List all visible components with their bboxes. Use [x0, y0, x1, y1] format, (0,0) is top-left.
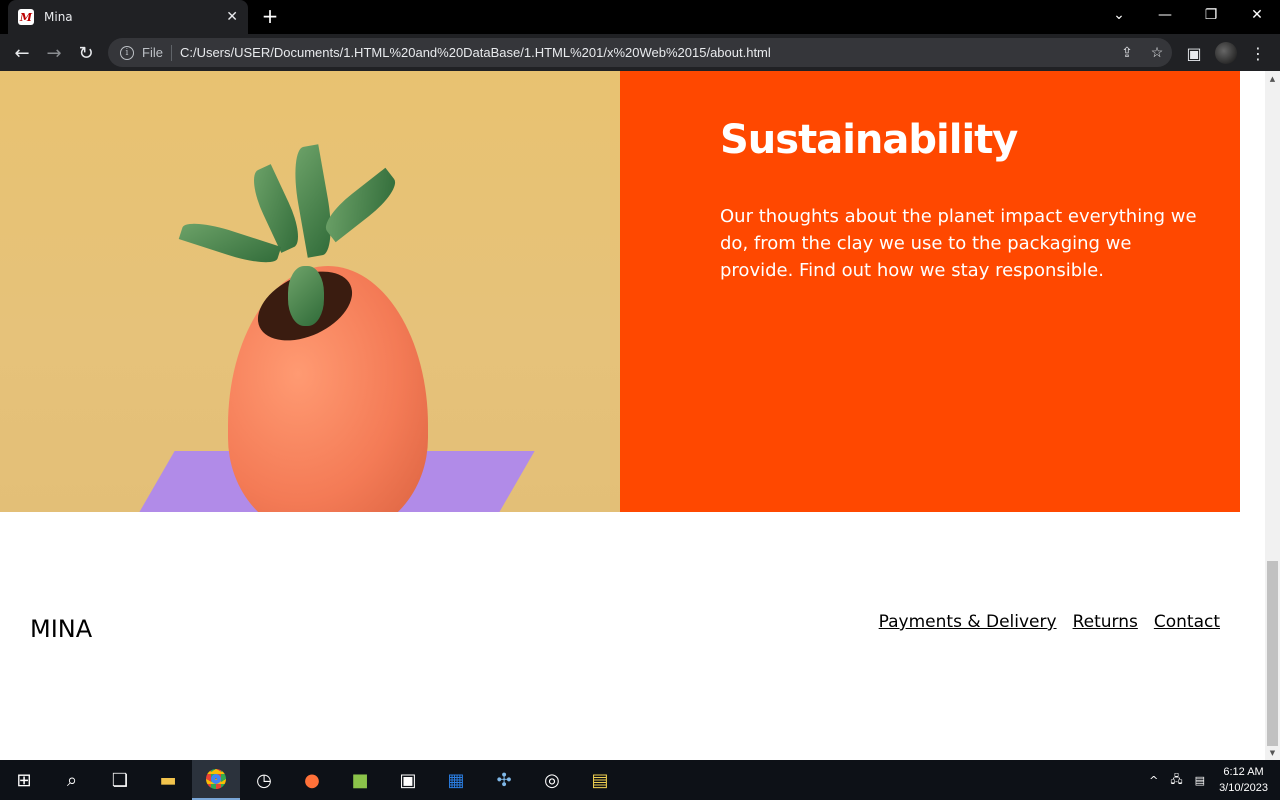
system-clock[interactable]: 6:12 AM 3/10/2023 — [1211, 764, 1280, 796]
clock-time: 6:12 AM — [1223, 766, 1264, 778]
clock-date: 3/10/2023 — [1219, 782, 1268, 794]
screen-recorder-icon[interactable]: ▣ — [384, 760, 432, 800]
tab-title: Mina — [44, 10, 73, 24]
reload-button[interactable]: ↻ — [72, 39, 100, 67]
obs-icon[interactable]: ◎ — [528, 760, 576, 800]
scroll-down-icon[interactable]: ▼ — [1265, 745, 1280, 760]
close-tab-icon[interactable]: ✕ — [226, 9, 238, 25]
network-app-icon[interactable]: ✣ — [480, 760, 528, 800]
plant-pot-photo — [0, 71, 620, 512]
system-tray: ^ 🖧 ▤ 6:12 AM 3/10/2023 — [1143, 760, 1280, 800]
new-tab-button[interactable]: + — [258, 4, 282, 28]
android-studio-icon[interactable]: ■ — [336, 760, 384, 800]
site-info-icon[interactable]: i — [120, 45, 134, 60]
browser-tab[interactable]: M Mina ✕ — [8, 0, 248, 34]
sustainability-section: Sustainability Our thoughts about the pl… — [0, 71, 1240, 512]
clock-app-icon[interactable]: ◷ — [240, 760, 288, 800]
restore-button[interactable]: ❐ — [1188, 0, 1234, 30]
footer-logo[interactable]: MINA — [30, 615, 92, 643]
scroll-up-icon[interactable]: ▲ — [1265, 71, 1280, 86]
browser-toolbar: ← → ↻ i File C:/Users/USER/Documents/1.H… — [0, 34, 1280, 71]
forward-button[interactable]: → — [40, 39, 68, 67]
calculator-icon[interactable]: ▦ — [432, 760, 480, 800]
profile-avatar[interactable] — [1212, 39, 1240, 67]
section-heading: Sustainability — [720, 117, 1018, 163]
section-body: Our thoughts about the planet impact eve… — [720, 206, 1197, 281]
chrome-icon[interactable] — [192, 760, 240, 800]
tab-search-icon[interactable]: ⌄ — [1096, 0, 1142, 30]
url-text[interactable]: C:/Users/USER/Documents/1.HTML%20and%20D… — [180, 45, 1112, 60]
close-window-button[interactable]: ✕ — [1234, 0, 1280, 30]
notification-icon[interactable]: ▤ — [1189, 774, 1211, 787]
minimize-button[interactable]: — — [1142, 0, 1188, 30]
returns-link[interactable]: Returns — [1073, 612, 1138, 632]
file-label: File — [142, 45, 163, 60]
side-panel-icon[interactable]: ▣ — [1180, 39, 1208, 67]
page-scrollbar[interactable]: ▲ ▼ — [1265, 71, 1280, 760]
back-button[interactable]: ← — [8, 39, 36, 67]
start-windows-icon[interactable]: ⊞ — [0, 760, 48, 800]
firefox-icon[interactable]: ● — [288, 760, 336, 800]
favicon-icon: M — [18, 9, 34, 25]
leaf — [318, 167, 403, 243]
task-view-icon[interactable]: ❏ — [96, 760, 144, 800]
address-bar[interactable]: i File C:/Users/USER/Documents/1.HTML%20… — [108, 38, 1172, 67]
omnibox-divider — [170, 44, 172, 61]
payments-delivery-link[interactable]: Payments & Delivery — [879, 612, 1057, 632]
web-page: Sustainability Our thoughts about the pl… — [0, 71, 1265, 760]
sustainability-panel: Sustainability Our thoughts about the pl… — [620, 71, 1240, 512]
python-file-icon[interactable]: ▤ — [576, 760, 624, 800]
menu-kebab-icon[interactable]: ⋮ — [1244, 39, 1272, 67]
scroll-thumb[interactable] — [1267, 561, 1278, 746]
footer-nav: Payments & Delivery Returns Contact — [879, 612, 1220, 632]
windows-taskbar: ⊞ ⌕ ❏ ▬ ◷ ● ■ ▣ ▦ ✣ ◎ ▤ ^ 🖧 ▤ 6:12 AM 3/… — [0, 760, 1280, 800]
bookmark-star-icon[interactable]: ☆ — [1142, 44, 1172, 61]
file-explorer-icon[interactable]: ▬ — [144, 760, 192, 800]
search-icon[interactable]: ⌕ — [48, 760, 96, 800]
tab-strip: M Mina ✕ + ⌄ — ❐ ✕ — [0, 0, 1280, 34]
share-icon[interactable]: ⇪ — [1112, 44, 1142, 61]
tray-chevron-icon[interactable]: ^ — [1143, 774, 1164, 787]
leaf — [288, 266, 324, 326]
network-icon[interactable]: 🖧 — [1164, 771, 1188, 790]
contact-link[interactable]: Contact — [1154, 612, 1220, 632]
leaf — [178, 216, 282, 270]
site-footer: MINA Payments & Delivery Returns Contact — [0, 512, 1240, 760]
